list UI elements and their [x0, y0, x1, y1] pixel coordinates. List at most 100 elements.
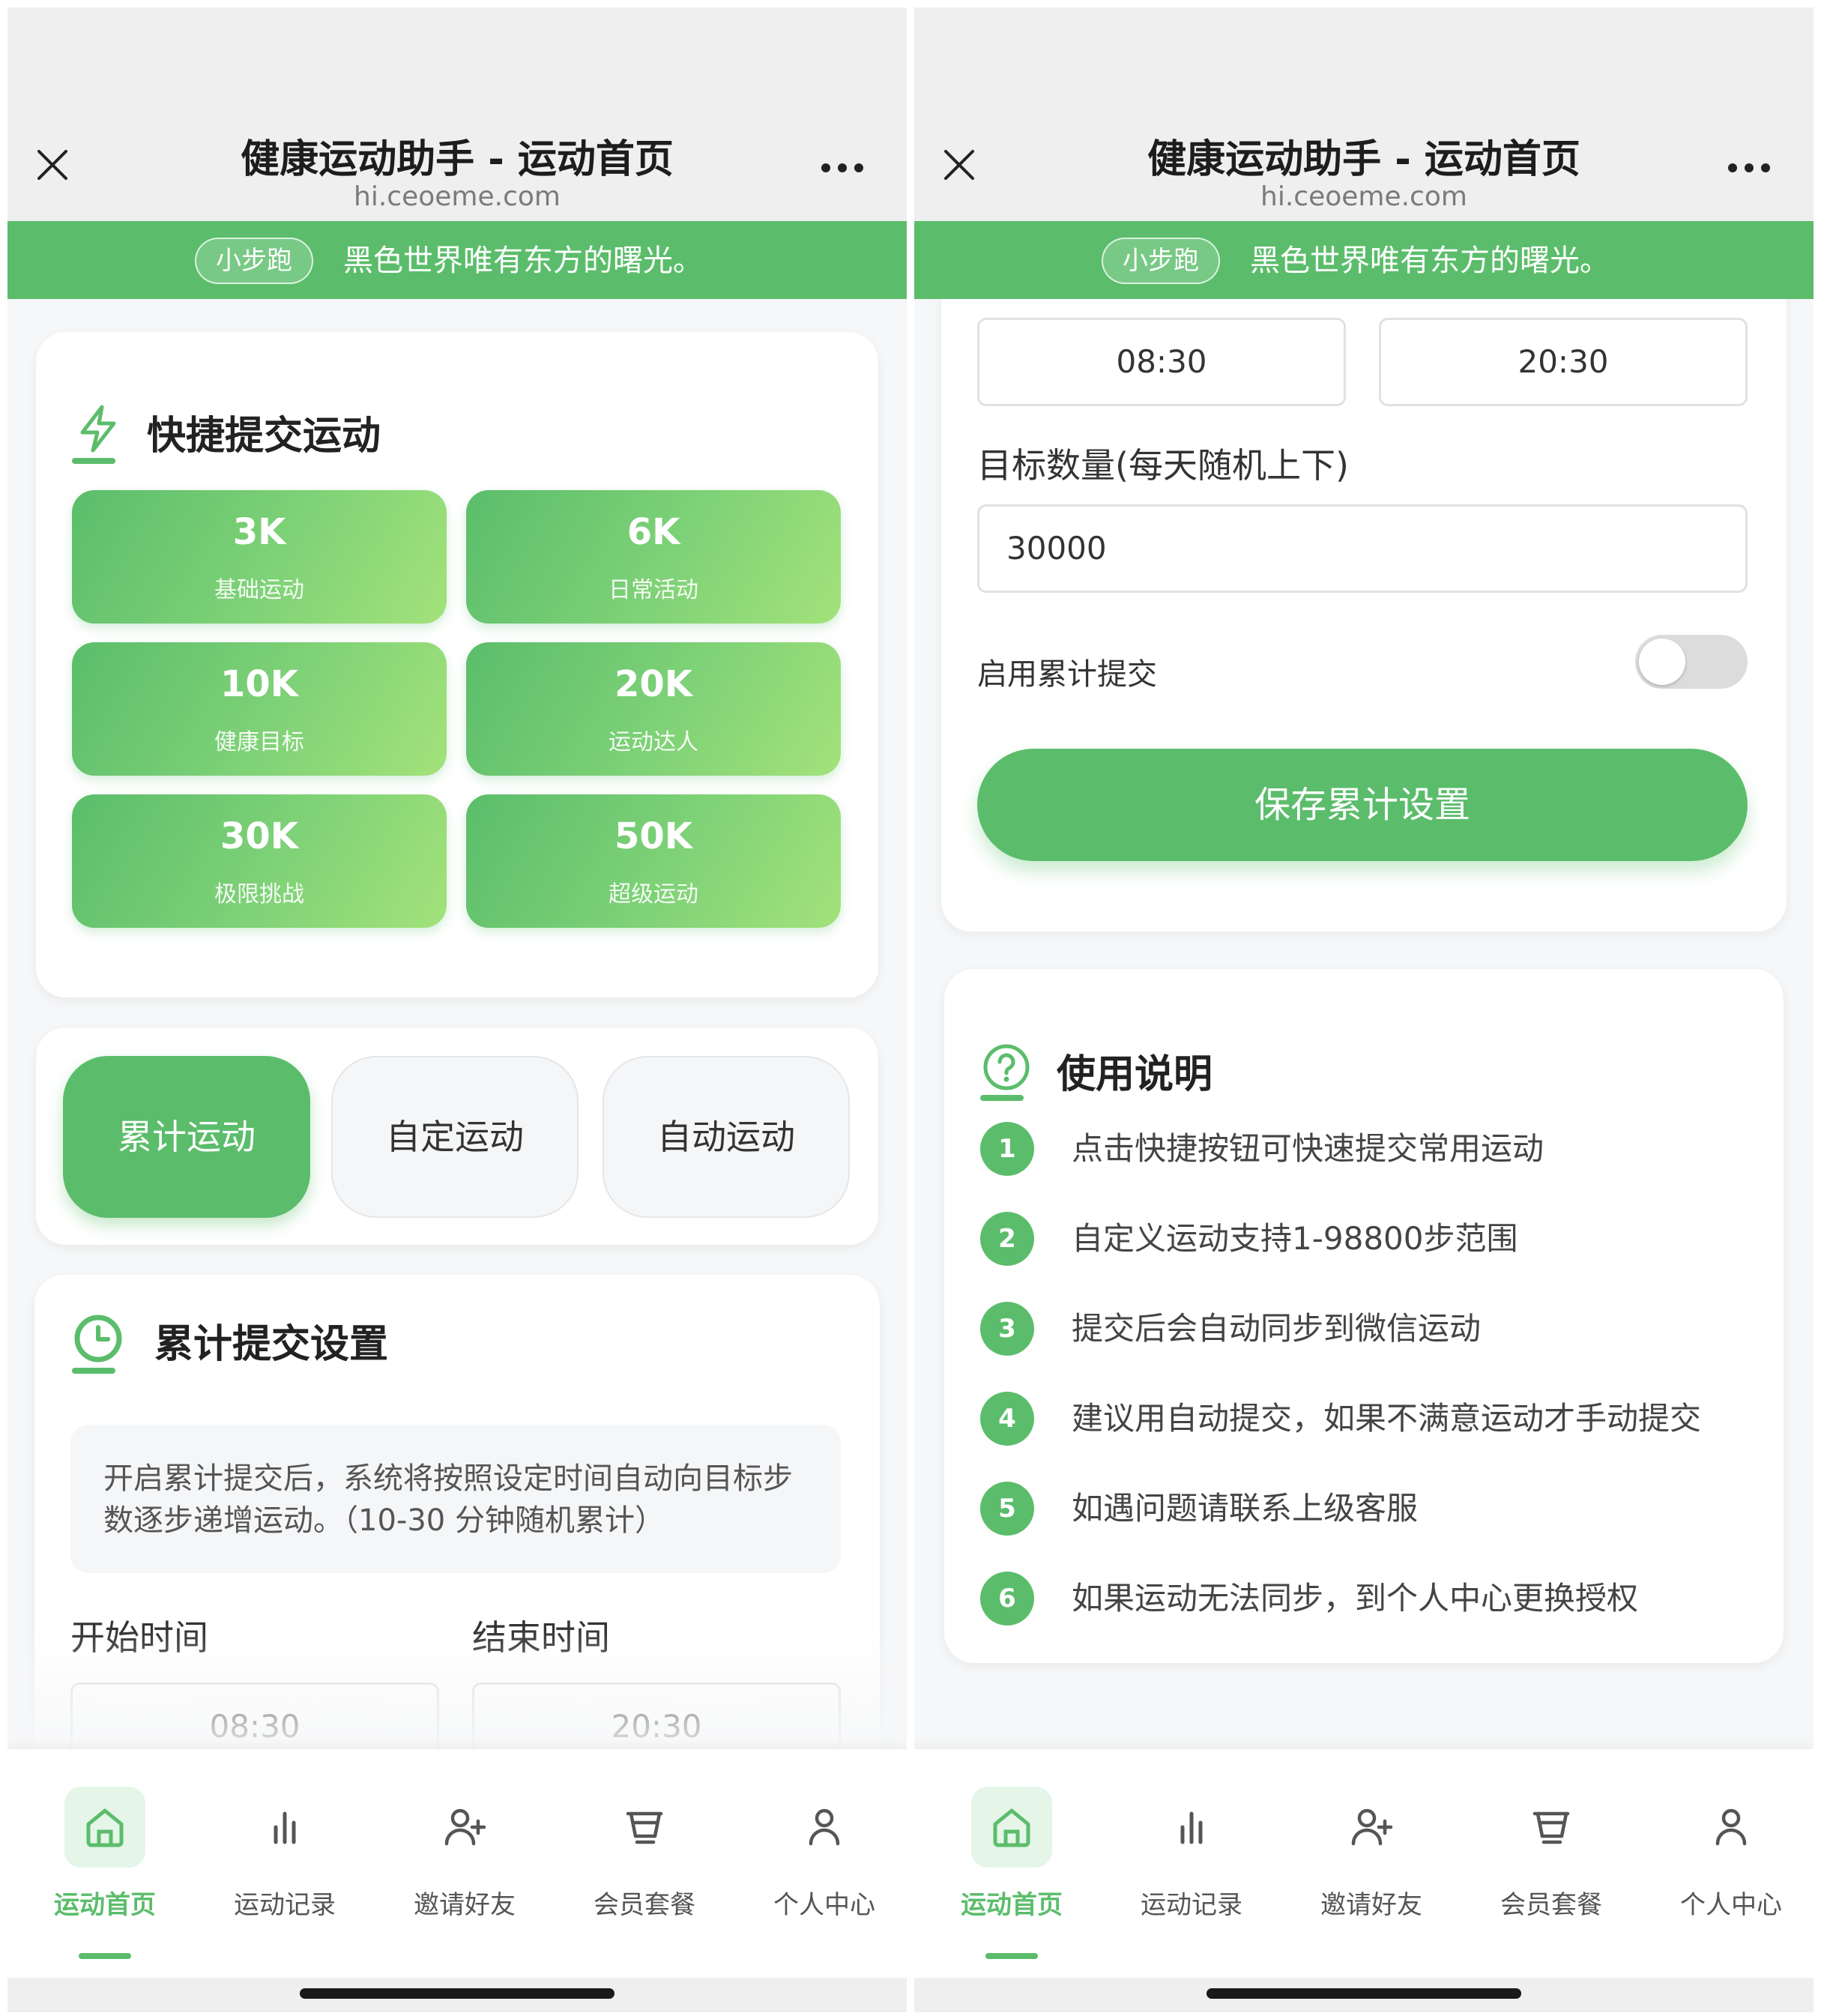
nav-item-invite[interactable]: 邀请好友	[375, 1749, 555, 1978]
tab-cumulative[interactable]: 累计运动	[63, 1056, 310, 1218]
nav-item-home[interactable]: 运动首页	[922, 1749, 1102, 1978]
toggle-knob	[1639, 639, 1685, 685]
nav-item-home[interactable]: 运动首页	[15, 1749, 195, 1978]
step-text: 提交后会自动同步到微信运动	[1072, 1310, 1482, 1347]
start-time-label: 开始时间	[70, 1617, 208, 1658]
target-label: 目标数量(每天随机上下)	[977, 445, 1349, 486]
nav-label: 个人中心	[1680, 1890, 1782, 1920]
bottom-nav: 运动首页 运动记录 邀请好友 会员套餐 个人中心	[914, 1749, 1814, 1978]
nav-item-invite[interactable]: 邀请好友	[1281, 1749, 1461, 1978]
instruction-step: 4 建议用自动提交，如果不满意运动才手动提交	[980, 1389, 1751, 1449]
page-title: 健康运动助手 - 运动首页	[1147, 137, 1580, 182]
add-user-icon	[444, 1808, 486, 1846]
nav-item-profile[interactable]: 个人中心	[1641, 1749, 1814, 1978]
instructions-card: 使用说明 1 点击快捷按钮可快速提交常用运动 2 自定义运动支持1-98800步…	[944, 969, 1784, 1663]
end-time-label: 结束时间	[472, 1617, 610, 1658]
announcement-banner: 小步跑 黑色世界唯有东方的曙光。	[7, 221, 907, 299]
tab-custom[interactable]: 自定运动	[331, 1056, 579, 1218]
quick-button-value: 30K	[220, 815, 298, 857]
lightning-icon	[80, 405, 116, 453]
main-content[interactable]: 08:30 20:30 目标数量(每天随机上下) 30000 启用累计提交 保存…	[914, 299, 1814, 1749]
app-header: 健康运动助手 - 运动首页 hi.ceoeme.com	[914, 7, 1814, 221]
cumulative-settings-card-cont: 08:30 20:30 目标数量(每天随机上下) 30000 启用累计提交 保存…	[941, 299, 1787, 932]
nav-item-records[interactable]: 运动记录	[195, 1749, 375, 1978]
quick-button-value: 20K	[614, 663, 692, 705]
quick-button-desc: 极限挑战	[214, 881, 304, 908]
step-number: 1	[980, 1122, 1034, 1176]
step-number: 2	[980, 1212, 1034, 1266]
nav-item-membership[interactable]: 会员套餐	[555, 1749, 734, 1978]
quick-button-value: 6K	[626, 511, 680, 553]
banner-tag: 小步跑	[195, 238, 313, 284]
more-icon[interactable]	[1727, 162, 1772, 174]
quick-button-desc: 基础运动	[214, 577, 304, 603]
user-icon	[1715, 1808, 1747, 1846]
tab-auto[interactable]: 自动运动	[603, 1056, 850, 1218]
nav-item-membership[interactable]: 会员套餐	[1461, 1749, 1641, 1978]
quick-submit-card: 快捷提交运动 3K 基础运动 6K 日常活动 10K 健康目标 20K 运动达人…	[36, 332, 878, 998]
step-number: 6	[980, 1572, 1034, 1626]
basket-icon	[1532, 1811, 1570, 1844]
quick-button-50k[interactable]: 50K 超级运动	[466, 794, 841, 928]
instruction-step: 2 自定义运动支持1-98800步范围	[980, 1209, 1751, 1269]
save-cumulative-button[interactable]: 保存累计设置	[977, 749, 1748, 861]
quick-button-3k[interactable]: 3K 基础运动	[72, 490, 447, 624]
nav-icon-wrap	[244, 1787, 325, 1868]
quick-button-value: 50K	[614, 815, 692, 857]
main-content[interactable]: 快捷提交运动 3K 基础运动 6K 日常活动 10K 健康目标 20K 运动达人…	[7, 299, 907, 1749]
nav-label: 邀请好友	[414, 1890, 516, 1920]
user-icon	[809, 1808, 840, 1846]
target-input[interactable]: 30000	[977, 504, 1748, 593]
nav-icon-wrap	[1691, 1787, 1772, 1868]
start-time-input[interactable]: 08:30	[70, 1682, 439, 1749]
quick-button-desc: 超级运动	[608, 881, 698, 908]
home-indicator[interactable]	[1207, 1988, 1521, 1999]
quick-button-30k[interactable]: 30K 极限挑战	[72, 794, 447, 928]
home-icon	[993, 1808, 1030, 1847]
nav-label: 会员套餐	[594, 1890, 695, 1920]
start-time-input[interactable]: 08:30	[977, 318, 1346, 406]
title-underline	[72, 1368, 115, 1374]
quick-submit-title: 快捷提交运动	[147, 414, 381, 459]
instruction-step: 5 如遇问题请联系上级客服	[980, 1479, 1751, 1539]
quick-button-6k[interactable]: 6K 日常活动	[466, 490, 841, 624]
announcement-banner: 小步跑 黑色世界唯有东方的曙光。	[914, 221, 1814, 299]
add-user-icon	[1351, 1808, 1393, 1846]
nav-icon-wrap	[604, 1787, 685, 1868]
active-indicator	[79, 1953, 131, 1959]
step-text: 建议用自动提交，如果不满意运动才手动提交	[1072, 1400, 1702, 1437]
quick-button-desc: 健康目标	[214, 729, 304, 755]
mode-tabs-card: 累计运动 自定运动 自动运动	[36, 1027, 878, 1245]
nav-label: 邀请好友	[1320, 1890, 1422, 1920]
nav-label: 运动记录	[234, 1890, 336, 1920]
more-icon[interactable]	[820, 162, 865, 174]
quick-button-20k[interactable]: 20K 运动达人	[466, 642, 841, 776]
step-text: 如果运动无法同步，到个人中心更换授权	[1072, 1580, 1639, 1617]
step-text: 点击快捷按钮可快速提交常用运动	[1072, 1130, 1544, 1167]
title-underline	[980, 1095, 1024, 1101]
page-domain: hi.ceoeme.com	[1260, 181, 1467, 212]
banner-message: 黑色世界唯有东方的曙光。	[343, 244, 703, 278]
step-text: 如遇问题请联系上级客服	[1072, 1490, 1419, 1527]
quick-button-10k[interactable]: 10K 健康目标	[72, 642, 447, 776]
quick-button-value: 10K	[220, 663, 298, 705]
banner-tag: 小步跑	[1102, 238, 1220, 284]
step-number: 5	[980, 1482, 1034, 1536]
nav-item-records[interactable]: 运动记录	[1102, 1749, 1281, 1978]
nav-label: 运动记录	[1141, 1890, 1242, 1920]
app-header: 健康运动助手 - 运动首页 hi.ceoeme.com	[7, 7, 907, 221]
nav-icon-wrap	[424, 1787, 505, 1868]
home-indicator[interactable]	[300, 1988, 614, 1999]
bar-chart-icon	[1180, 1811, 1203, 1844]
clock-icon	[74, 1315, 122, 1362]
end-time-input[interactable]: 20:30	[472, 1682, 841, 1749]
nav-item-profile[interactable]: 个人中心	[734, 1749, 907, 1978]
instructions-title: 使用说明	[1057, 1052, 1213, 1097]
enable-cumulative-toggle[interactable]	[1635, 635, 1748, 689]
instruction-step: 6 如果运动无法同步，到个人中心更换授权	[980, 1569, 1751, 1629]
cumulative-settings-card: 累计提交设置 开启累计提交后，系统将按照设定时间自动向目标步数逐步递增运动。（1…	[34, 1275, 880, 1749]
quick-button-desc: 日常活动	[608, 577, 698, 603]
cumulative-title: 累计提交设置	[154, 1322, 389, 1367]
nav-icon-wrap	[971, 1787, 1052, 1868]
end-time-input[interactable]: 20:30	[1379, 318, 1748, 406]
